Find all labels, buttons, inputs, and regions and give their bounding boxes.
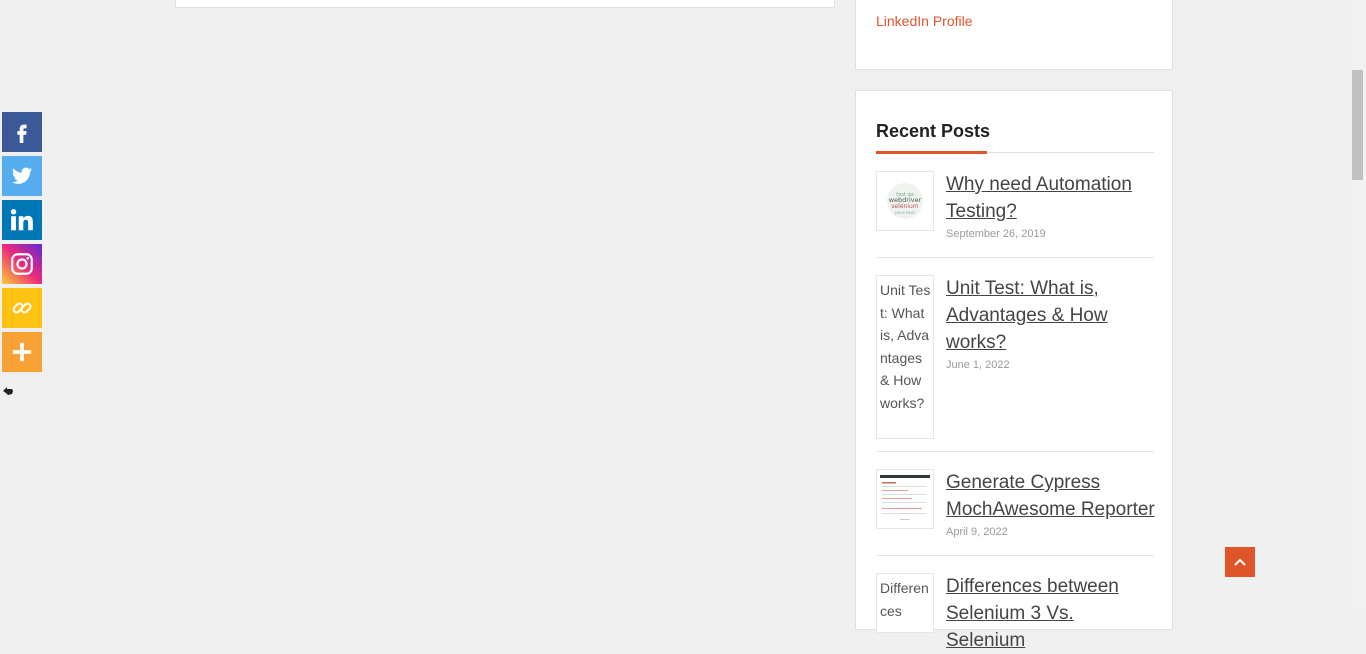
instagram-icon bbox=[11, 253, 33, 275]
main-content-card bbox=[175, 0, 835, 8]
back-to-top-button[interactable] bbox=[1225, 547, 1255, 577]
post-divider bbox=[876, 451, 1154, 452]
facebook-share-button[interactable] bbox=[2, 112, 42, 152]
page-scrollbar[interactable] bbox=[1349, 0, 1366, 612]
thumbnail-alt-text: Unit Test: What is, Advantages & How wor… bbox=[880, 282, 931, 411]
post-thumbnail[interactable]: test qa webdriver selenium java tool bbox=[876, 171, 934, 231]
post-thumbnail[interactable]: Unit Test: What is, Advantages & How wor… bbox=[876, 275, 934, 439]
title-accent-bar bbox=[876, 151, 987, 154]
recent-post-item[interactable]: Unit Test: What is, Advantages & How wor… bbox=[876, 275, 1154, 452]
link-icon bbox=[12, 302, 32, 314]
recent-post-item[interactable]: Differences Differences between Selenium… bbox=[876, 573, 1154, 651]
word-cloud-icon: test qa webdriver selenium java tool bbox=[887, 183, 923, 219]
scrollbar-thumb[interactable] bbox=[1352, 70, 1363, 180]
svg-text:java tool: java tool bbox=[894, 210, 914, 216]
copy-link-button[interactable] bbox=[2, 288, 42, 328]
hand-icon bbox=[3, 387, 13, 395]
post-title-link[interactable]: Unit Test: What is, Advantages & How wor… bbox=[946, 275, 1158, 356]
post-title-link[interactable]: Generate Cypress MochAwesome Reporter bbox=[946, 469, 1158, 523]
post-thumbnail[interactable]: Differences bbox=[876, 573, 934, 633]
instagram-share-button[interactable] bbox=[2, 244, 42, 284]
post-date: September 26, 2019 bbox=[946, 228, 1046, 240]
more-share-button[interactable] bbox=[2, 332, 42, 372]
twitter-icon bbox=[11, 167, 33, 184]
post-divider bbox=[876, 555, 1154, 556]
thumbnail-alt-text: Differences bbox=[880, 580, 929, 619]
profile-widget: LinkedIn Profile bbox=[855, 0, 1173, 70]
post-title-link[interactable]: Why need Automation Testing? bbox=[946, 171, 1158, 225]
post-date: April 9, 2022 bbox=[946, 526, 1008, 538]
plus-icon bbox=[12, 342, 32, 362]
hide-share-bar-button[interactable] bbox=[2, 385, 14, 400]
recent-posts-title: Recent Posts bbox=[876, 121, 991, 141]
facebook-icon bbox=[17, 124, 27, 143]
recent-post-item[interactable]: test qa webdriver selenium java tool Why… bbox=[876, 171, 1154, 258]
post-divider bbox=[876, 257, 1154, 258]
post-date: June 1, 2022 bbox=[946, 359, 1010, 371]
linkedin-profile-link[interactable]: LinkedIn Profile bbox=[876, 13, 973, 29]
linkedin-share-button[interactable] bbox=[2, 200, 42, 240]
recent-posts-widget: Recent Posts test qa webdriver selenium … bbox=[855, 90, 1173, 651]
svg-text:selenium: selenium bbox=[891, 203, 918, 210]
report-screenshot-icon bbox=[880, 475, 930, 520]
linkedin-icon bbox=[10, 209, 33, 231]
recent-post-item[interactable]: Generate Cypress MochAwesome Reporter Ap… bbox=[876, 469, 1155, 556]
post-thumbnail[interactable] bbox=[876, 469, 934, 529]
chevron-up-icon bbox=[1234, 558, 1246, 566]
twitter-share-button[interactable] bbox=[2, 156, 42, 196]
post-title-link[interactable]: Differences between Selenium 3 Vs. Selen… bbox=[946, 573, 1158, 654]
